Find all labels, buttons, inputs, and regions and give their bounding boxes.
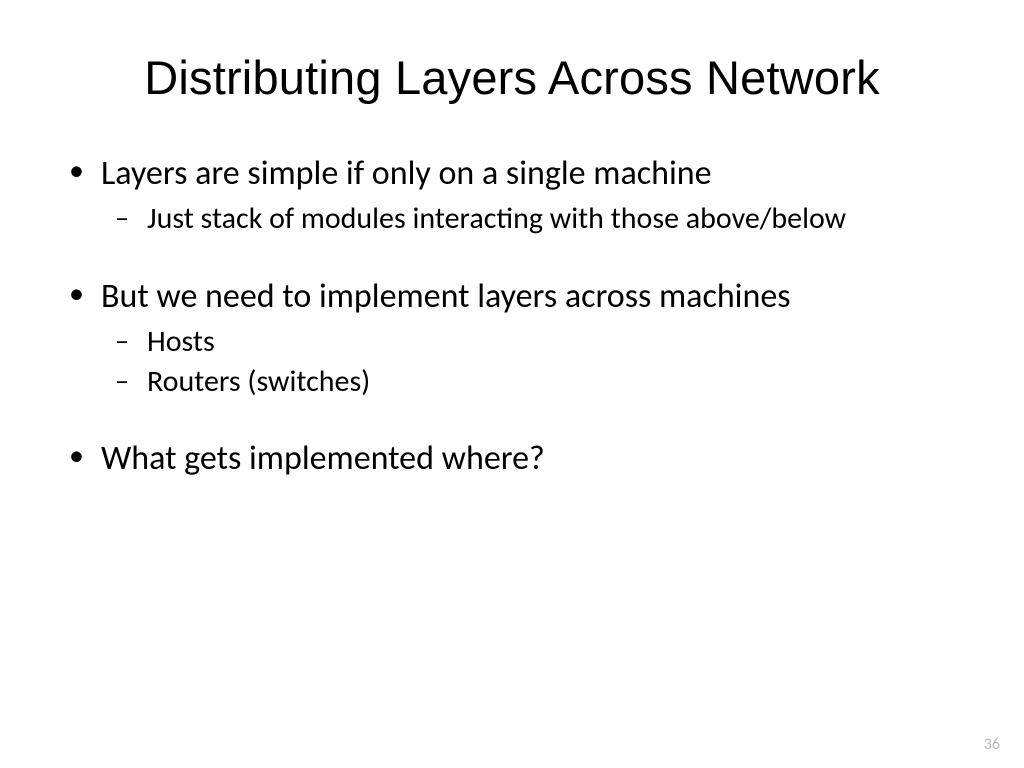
bullet-list: Layers are simple if only on a single ma… <box>55 153 969 480</box>
slide-title: Distributing Layers Across Network <box>55 50 969 105</box>
bullet-item: What gets implemented where? <box>55 438 969 479</box>
slide: Distributing Layers Across Network Layer… <box>0 0 1024 768</box>
bullet-text: Layers are simple if only on a single ma… <box>101 153 712 194</box>
bullet-item: But we need to implement layers across m… <box>55 276 969 400</box>
sub-bullet-list: Just stack of modules interacting with t… <box>101 200 969 238</box>
sub-bullet-item: Hosts <box>101 323 969 361</box>
page-number: 36 <box>984 735 1000 754</box>
bullet-text: What gets implemented where? <box>101 438 545 479</box>
sub-bullet-item: Just stack of modules interacting with t… <box>101 200 969 238</box>
sub-bullet-item: Routers (switches) <box>101 363 969 401</box>
slide-content: Layers are simple if only on a single ma… <box>55 153 969 480</box>
bullet-item: Layers are simple if only on a single ma… <box>55 153 969 238</box>
bullet-text: But we need to implement layers across m… <box>101 276 791 317</box>
sub-bullet-list: Hosts Routers (switches) <box>101 323 969 400</box>
